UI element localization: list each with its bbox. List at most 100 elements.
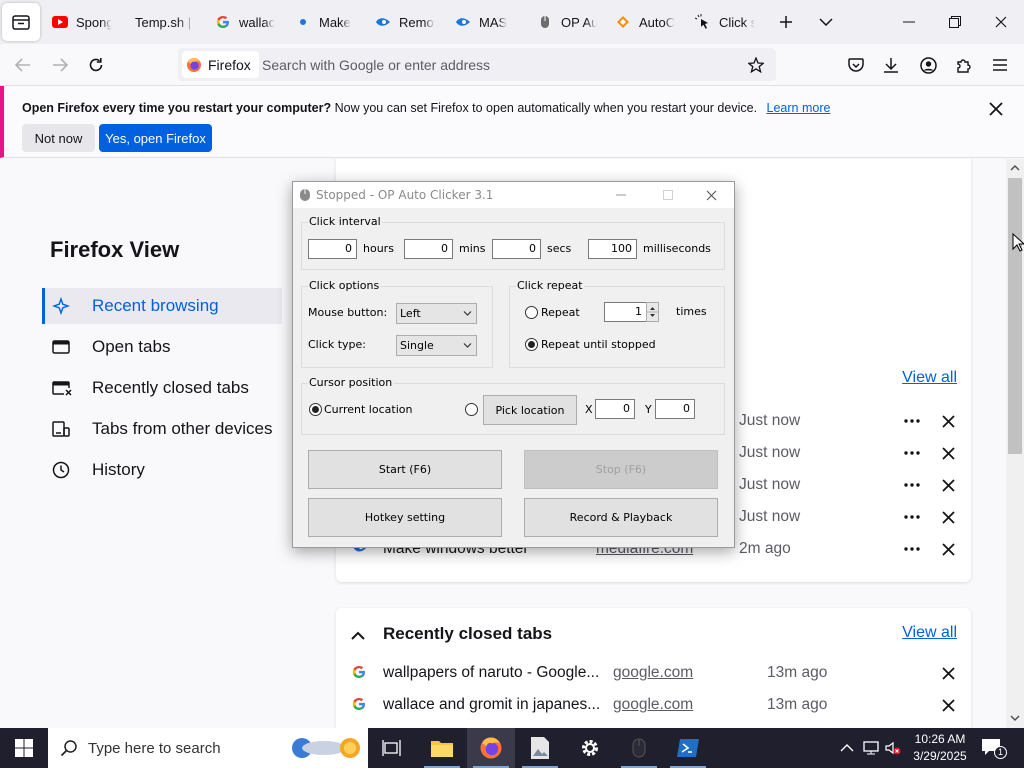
repeat-count-input[interactable]: 1	[604, 302, 647, 322]
scroll-down-arrow-icon[interactable]	[1009, 712, 1021, 724]
dismiss-button[interactable]	[938, 663, 958, 683]
notification-close-button[interactable]	[984, 97, 1008, 121]
repeat-until-stopped-radio[interactable]	[525, 338, 538, 351]
chevron-up-icon[interactable]	[350, 628, 366, 644]
close-icon	[941, 510, 955, 524]
dialog-titlebar[interactable]: Stopped - OP Auto Clicker 3.1	[293, 182, 734, 208]
sidebar-item-open-tabs[interactable]: Open tabs	[42, 329, 282, 365]
identity-box[interactable]: Firefox	[182, 51, 259, 78]
browser-tab[interactable]: OP Auto	[537, 6, 597, 38]
account-button[interactable]	[913, 50, 943, 80]
dismiss-button[interactable]	[938, 475, 958, 495]
browser-tab[interactable]: Click s	[695, 6, 755, 38]
browser-tab[interactable]: Temp.sh | F	[135, 6, 195, 38]
row-title: wallace and gromit in japanes...	[383, 696, 601, 713]
yes-open-firefox-button[interactable]: Yes, open Firefox	[99, 124, 212, 152]
more-options-button[interactable]	[902, 505, 922, 529]
mins-input[interactable]: 0	[404, 239, 453, 259]
dialog-close-button[interactable]	[696, 184, 726, 206]
taskbar-search-box[interactable]: Type here to search	[48, 728, 368, 768]
file-explorer-app[interactable]	[418, 728, 466, 768]
task-view-button[interactable]	[368, 728, 416, 768]
x-coordinate-input[interactable]: 0	[595, 399, 635, 419]
minimize-button[interactable]	[886, 0, 932, 44]
view-all-open-tabs-link[interactable]: View all	[902, 369, 957, 387]
address-bar[interactable]: Firefox	[178, 48, 776, 81]
settings-app[interactable]	[566, 728, 614, 768]
record-playback-button[interactable]: Record & Playback	[524, 498, 718, 537]
more-options-button[interactable]	[902, 441, 922, 465]
powershell-app[interactable]	[664, 728, 712, 768]
firefox-view-button[interactable]	[2, 3, 40, 41]
bookmark-button[interactable]	[742, 51, 770, 79]
browser-tab[interactable]: AutoClicker	[615, 6, 675, 38]
browser-tab[interactable]: MAS	[455, 6, 515, 38]
browser-tab[interactable]: wallace	[215, 6, 275, 38]
windows-logo-icon	[15, 739, 33, 757]
list-all-tabs-button[interactable]	[812, 8, 840, 36]
url-input[interactable]	[262, 53, 732, 76]
network-icon[interactable]	[862, 739, 880, 757]
view-all-closed-tabs-link[interactable]: View all	[902, 624, 957, 642]
sidebar-item-tabs-other-devices[interactable]: Tabs from other devices	[42, 411, 282, 447]
more-options-button[interactable]	[902, 473, 922, 497]
repeat-count-spinner[interactable]	[646, 302, 659, 322]
sidebar-item-history[interactable]: History	[42, 452, 282, 488]
learn-more-link[interactable]: Learn more	[767, 101, 831, 115]
sidebar-item-recently-closed-tabs[interactable]: Recently closed tabs	[42, 370, 282, 406]
hours-input[interactable]: 0	[308, 239, 357, 259]
action-center-button[interactable]: 1	[980, 736, 1007, 760]
click-type-select[interactable]: Single	[396, 335, 477, 356]
taskbar-clock[interactable]: 10:26 AM 3/29/2025	[905, 731, 975, 765]
dialog-minimize-button[interactable]	[606, 184, 636, 206]
pick-location-button[interactable]: Pick location	[483, 395, 577, 425]
pocket-button[interactable]	[841, 50, 871, 80]
more-options-button[interactable]	[902, 537, 922, 561]
more-options-button[interactable]	[902, 409, 922, 433]
dismiss-button[interactable]	[938, 539, 958, 559]
row-url[interactable]: google.com	[613, 664, 693, 682]
chevron-up-icon[interactable]	[838, 739, 856, 757]
stop-button[interactable]: Stop (F6)	[524, 450, 718, 489]
browser-tab[interactable]: Make	[295, 6, 355, 38]
table-row[interactable]: wallpapers of naruto - Google... google.…	[336, 657, 971, 689]
dismiss-button[interactable]	[938, 695, 958, 715]
mouse-button-select[interactable]: Left	[396, 303, 477, 324]
scroll-up-arrow-icon[interactable]	[1009, 162, 1021, 174]
close-window-button[interactable]	[978, 0, 1024, 44]
new-tab-button[interactable]	[772, 8, 800, 36]
start-button[interactable]	[0, 728, 48, 768]
reload-button[interactable]	[81, 50, 111, 80]
start-button[interactable]: Start (F6)	[308, 450, 502, 489]
downloads-button[interactable]	[876, 50, 906, 80]
scrollbar-thumb[interactable]	[1008, 178, 1022, 454]
forward-button[interactable]	[45, 50, 75, 80]
extensions-button[interactable]	[949, 50, 979, 80]
dialog-maximize-button[interactable]	[653, 184, 683, 206]
hotkey-setting-button[interactable]: Hotkey setting	[308, 498, 502, 537]
firefox-app[interactable]	[467, 728, 515, 768]
dismiss-button[interactable]	[938, 443, 958, 463]
auto-clicker-app[interactable]	[615, 728, 663, 768]
current-location-radio[interactable]	[309, 403, 322, 416]
secs-input[interactable]: 0	[492, 239, 541, 259]
browser-tab[interactable]: SpongeBob	[52, 6, 112, 38]
row-url[interactable]: google.com	[613, 696, 693, 714]
repeat-radio[interactable]	[525, 306, 538, 319]
volume-muted-icon[interactable]	[884, 739, 902, 757]
sidebar-item-recent-browsing[interactable]: Recent browsing	[42, 288, 282, 324]
mediafire-icon	[455, 14, 471, 30]
y-coordinate-input[interactable]: 0	[655, 399, 695, 419]
image-viewer-app[interactable]	[516, 728, 564, 768]
milliseconds-input[interactable]: 100	[588, 239, 637, 259]
pick-location-radio[interactable]	[465, 403, 478, 416]
restore-button[interactable]	[932, 0, 978, 44]
back-button[interactable]	[8, 50, 38, 80]
not-now-button[interactable]: Not now	[22, 124, 95, 152]
dismiss-button[interactable]	[938, 507, 958, 527]
dismiss-button[interactable]	[938, 411, 958, 431]
browser-tab[interactable]: Remove	[375, 6, 435, 38]
app-menu-button[interactable]	[985, 50, 1015, 80]
table-row[interactable]: wallace and gromit in japanes... google.…	[336, 689, 971, 721]
page-title: Firefox View	[50, 237, 180, 262]
